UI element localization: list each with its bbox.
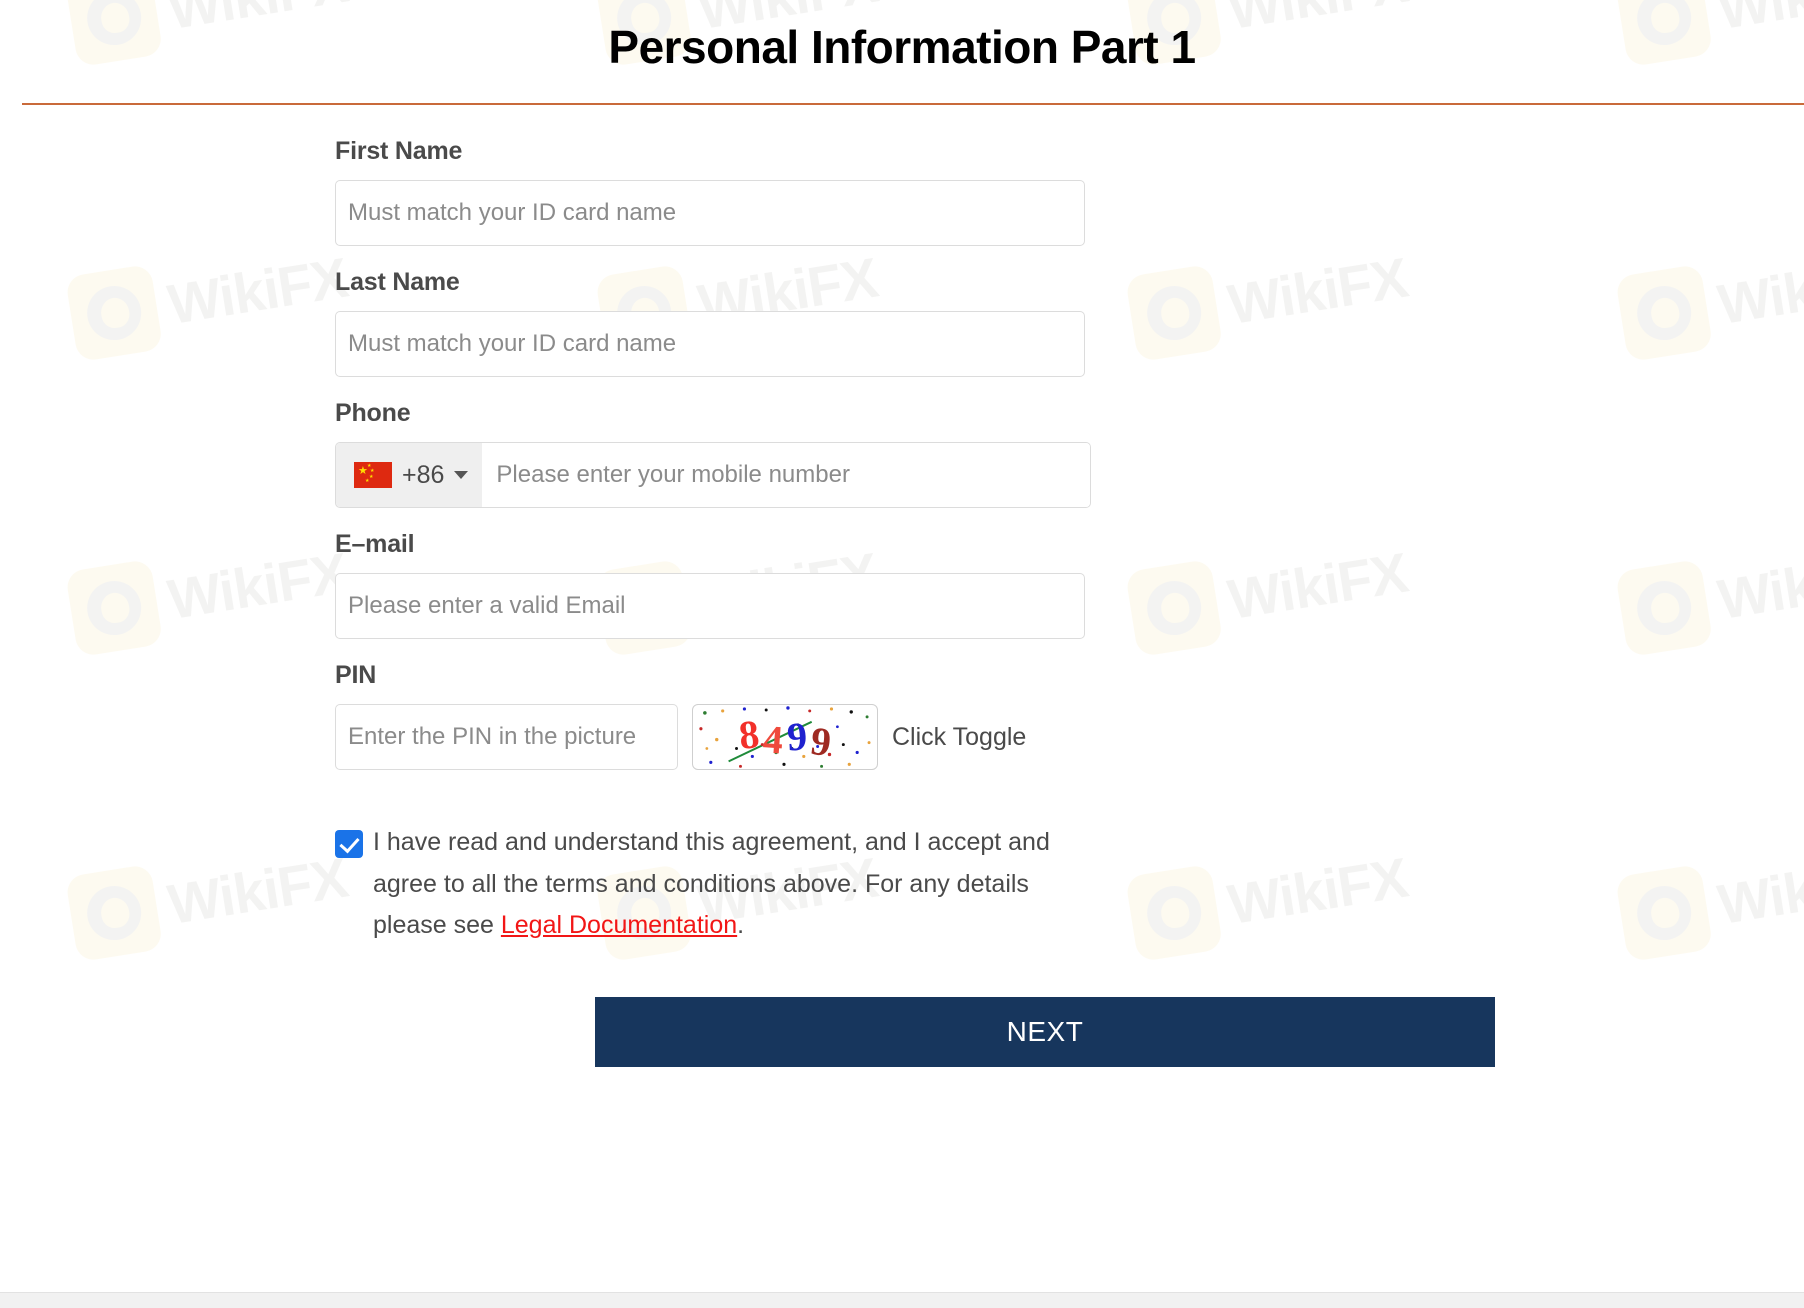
- last-name-label: Last Name: [335, 268, 460, 297]
- captcha-digit: 9: [785, 713, 809, 760]
- agreement-text: I have read and understand this agreemen…: [373, 822, 1105, 947]
- captcha-digit: 4: [761, 716, 785, 763]
- pin-input[interactable]: [335, 704, 678, 771]
- first-name-field-group: First Name: [335, 137, 1085, 247]
- captcha-digit: 8: [736, 710, 762, 758]
- registration-form: First Name Last Name Phone ★ ★ ★ ★: [335, 105, 1495, 1067]
- page-content: Personal Information Part 1 First Name L…: [0, 0, 1804, 1067]
- legal-documentation-link[interactable]: Legal Documentation: [501, 911, 737, 939]
- captcha-toggle-label[interactable]: Click Toggle: [892, 723, 1026, 752]
- email-field-group: E–mail: [335, 530, 1085, 640]
- captcha-digits: 8499: [693, 705, 877, 769]
- agreement-row: I have read and understand this agreemen…: [335, 822, 1105, 947]
- phone-input-row: ★ ★ ★ ★ ★ +86: [335, 442, 1091, 509]
- phone-field-group: Phone ★ ★ ★ ★ ★ +86: [335, 399, 1091, 509]
- country-code-selector[interactable]: ★ ★ ★ ★ ★ +86: [336, 443, 483, 508]
- chevron-down-icon: [454, 471, 469, 480]
- first-name-input[interactable]: [335, 180, 1085, 247]
- first-name-label: First Name: [335, 137, 463, 166]
- email-label: E–mail: [335, 530, 415, 559]
- pin-input-row: 8499 Click Toggle: [335, 704, 1085, 771]
- last-name-field-group: Last Name: [335, 268, 1085, 378]
- next-button[interactable]: NEXT: [595, 996, 1495, 1067]
- dial-code-value: +86: [402, 460, 445, 489]
- registration-page: WikiFX WikiFX WikiFX WikiFX WikiFX WikiF…: [0, 0, 1804, 1308]
- flag-china-icon: ★ ★ ★ ★ ★: [354, 462, 392, 489]
- phone-number-input[interactable]: [482, 443, 1090, 508]
- phone-label: Phone: [335, 399, 411, 428]
- agreement-checkbox[interactable]: [335, 830, 363, 859]
- page-title: Personal Information Part 1: [608, 21, 1196, 73]
- agreement-text-after: .: [737, 911, 745, 940]
- bottom-scrollbar[interactable]: [0, 1292, 1804, 1308]
- captcha-digit: 9: [808, 717, 834, 765]
- pin-label: PIN: [335, 661, 377, 690]
- captcha-image[interactable]: 8499: [692, 704, 878, 771]
- email-input[interactable]: [335, 573, 1085, 640]
- last-name-input[interactable]: [335, 311, 1085, 378]
- pin-field-group: PIN Enter the PIN in the picture 8 4 9 9…: [335, 661, 1085, 771]
